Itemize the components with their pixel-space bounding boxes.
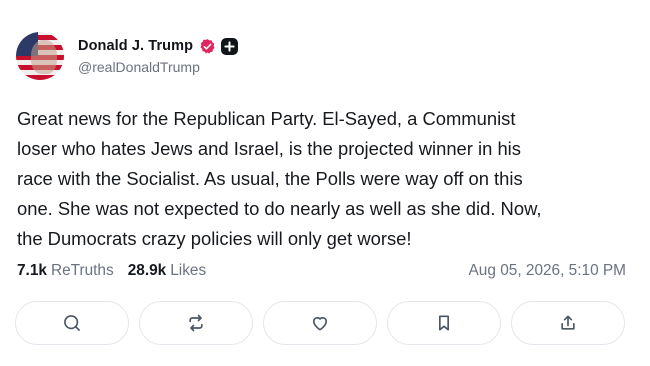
avatar-face bbox=[31, 40, 57, 74]
share-icon bbox=[561, 315, 575, 330]
avatar[interactable] bbox=[16, 32, 64, 80]
bookmark-button[interactable] bbox=[387, 301, 501, 345]
action-bar bbox=[15, 301, 625, 345]
bookmark-icon bbox=[439, 315, 449, 331]
user-handle[interactable]: @realDonaldTrump bbox=[78, 59, 238, 75]
display-name[interactable]: Donald J. Trump bbox=[78, 38, 193, 54]
plus-badge-icon bbox=[221, 37, 239, 55]
post-stats: 7.1k ReTruths 28.9k Likes bbox=[17, 262, 206, 280]
post-header: Donald J. Trump @realDonaldTrump bbox=[16, 32, 239, 80]
user-info: Donald J. Trump @realDonaldTrump bbox=[78, 35, 239, 75]
verified-badge-icon bbox=[199, 38, 216, 55]
retruths-count[interactable]: 7.1k bbox=[17, 262, 47, 280]
post-text: Great news for the Republican Party. El-… bbox=[17, 108, 542, 249]
retruth-button[interactable] bbox=[139, 301, 253, 345]
reply-icon bbox=[64, 315, 80, 331]
like-button[interactable] bbox=[263, 301, 377, 345]
post-timestamp[interactable]: Aug 05, 2026, 5:10 PM bbox=[469, 262, 626, 280]
name-row: Donald J. Trump bbox=[78, 35, 239, 57]
reply-button[interactable] bbox=[15, 301, 129, 345]
retruths-label[interactable]: ReTruths bbox=[51, 262, 114, 280]
like-icon bbox=[312, 316, 328, 331]
likes-count[interactable]: 28.9k bbox=[128, 262, 167, 280]
retruth-icon bbox=[189, 314, 203, 332]
likes-label[interactable]: Likes bbox=[170, 262, 206, 280]
share-button[interactable] bbox=[511, 301, 625, 345]
